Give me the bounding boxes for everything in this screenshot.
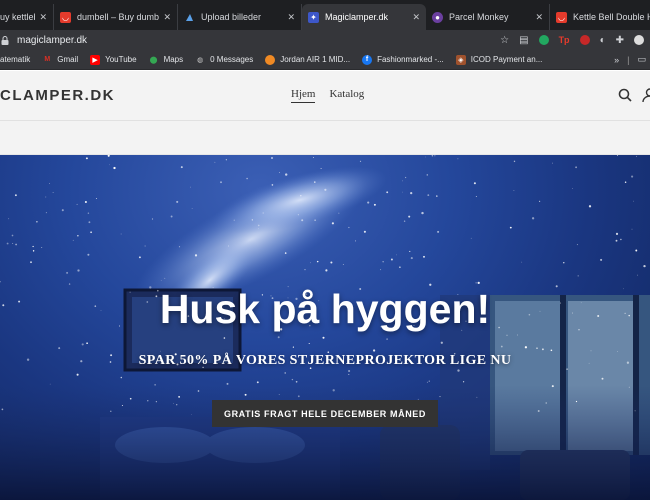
star-icon[interactable]: ☆	[500, 35, 509, 46]
account-icon[interactable]	[642, 88, 650, 107]
aliexpress-icon: ◡	[60, 11, 71, 23]
tab-magiclamper[interactable]: ✦ Magiclamper.dk ✕	[302, 4, 426, 30]
puzzle-icon[interactable]: ✚	[616, 35, 624, 46]
tab-bar: uy kettleb ✕ ◡ dumbell – Buy dumbell ✕ U…	[0, 0, 650, 30]
bookmark-maps[interactable]: ⬤ Maps	[149, 55, 184, 65]
tab-title: Parcel Monkey	[449, 12, 509, 22]
whatsapp-icon[interactable]	[538, 35, 549, 45]
gmail-icon: M	[44, 56, 51, 63]
hero-banner: Husk på hyggen! SPAR 50% PÅ VORES STJERN…	[0, 155, 650, 500]
moon-icon[interactable]: ◐	[600, 35, 606, 46]
extension-icon[interactable]: ▤	[519, 35, 528, 46]
bookmark-messages[interactable]: ◍ 0 Messages	[195, 55, 253, 65]
bookmark-youtube[interactable]: ▶ YouTube	[90, 54, 137, 65]
aliexpress-icon: ◡	[556, 11, 567, 23]
nav-link-katalog[interactable]: Katalog	[329, 88, 364, 103]
folder-icon[interactable]: ▭	[637, 54, 646, 65]
close-icon[interactable]: ✕	[39, 12, 47, 23]
more-bookmarks-button[interactable]: »	[614, 55, 619, 65]
close-icon[interactable]: ✕	[535, 12, 543, 23]
tab-upload-billeder[interactable]: Upload billeder ✕	[178, 4, 302, 30]
close-icon[interactable]: ✕	[412, 12, 420, 23]
adblock-icon[interactable]	[579, 35, 590, 45]
tab-kettle-bell[interactable]: ◡ Kettle Bell Double Hand	[550, 4, 650, 30]
divider: |	[627, 54, 630, 65]
upload-icon	[184, 12, 195, 23]
tp-extension-icon[interactable]: Tp	[559, 35, 570, 45]
bookmark-label: Jordan AIR 1 MID...	[280, 55, 351, 64]
tab-title: Upload billeder	[201, 12, 262, 22]
bookmark-jordan[interactable]: Jordan AIR 1 MID...	[265, 54, 351, 65]
monkey-icon: ●	[432, 11, 443, 23]
tab-parcel-monkey[interactable]: ● Parcel Monkey ✕	[426, 4, 550, 30]
tab-title: Kettle Bell Double Hand	[573, 12, 650, 22]
icod-icon: ◈	[455, 54, 466, 65]
tab-title: uy kettleb	[0, 12, 36, 22]
bookmark-orange-icon	[265, 54, 276, 65]
free-shipping-button[interactable]: GRATIS FRAGT HELE DECEMBER MÅNED	[212, 400, 438, 427]
tab-aliexpress-dumbell[interactable]: ◡ dumbell – Buy dumbell ✕	[54, 4, 178, 30]
tab-title: Magiclamper.dk	[325, 12, 389, 22]
url-field[interactable]: magiclamper.dk	[17, 35, 500, 46]
maps-icon: ⬤	[149, 56, 158, 64]
announcement-band	[0, 121, 650, 155]
search-icon[interactable]	[618, 88, 632, 107]
nav-link-hjem[interactable]: Hjem	[291, 88, 316, 103]
bookmark-label: YouTube	[105, 55, 137, 64]
avatar[interactable]	[634, 35, 644, 45]
tab-title: dumbell – Buy dumbell	[77, 12, 160, 22]
close-icon[interactable]: ✕	[287, 12, 295, 23]
bookmark-label: Maps	[163, 55, 184, 64]
globe-icon: ◍	[197, 56, 204, 64]
bookmark-label: Gmail	[57, 55, 79, 64]
bookmark-fashionmarked[interactable]: f Fashionmarked -...	[362, 54, 444, 65]
lock-icon[interactable]	[1, 35, 9, 45]
bookmark-label: ICOD Payment an...	[470, 55, 543, 64]
bookmark-label: 0 Messages	[210, 55, 254, 64]
magiclamper-icon: ✦	[308, 11, 319, 23]
bookmarks-bar: atematik M Gmail ▶ YouTube ⬤ Maps ◍ 0 Me…	[0, 50, 650, 70]
close-icon[interactable]: ✕	[163, 12, 171, 23]
bookmark-label: Fashionmarked -...	[377, 55, 444, 64]
bookmark-icod[interactable]: ◈ ICOD Payment an...	[455, 54, 543, 65]
bookmark-label: atematik	[0, 55, 31, 64]
tab-aliexpress-kettlebell[interactable]: uy kettleb ✕	[0, 4, 54, 30]
hero-title: Husk på hyggen!	[159, 286, 491, 332]
bookmark-gmail[interactable]: M Gmail	[42, 55, 78, 65]
address-bar: magiclamper.dk ☆ ▤ Tp ◐ ✚	[0, 30, 650, 50]
store-header: CLAMPER.DK Hjem Katalog	[0, 71, 650, 121]
bookmark-matematik[interactable]: atematik	[0, 55, 30, 64]
store-logo[interactable]: CLAMPER.DK	[0, 87, 115, 104]
youtube-icon: ▶	[90, 54, 101, 65]
hero-subtitle: SPAR 50% PÅ VORES STJERNEPROJEKTOR LIGE …	[138, 353, 512, 368]
main-nav: Hjem Katalog	[291, 88, 364, 103]
facebook-icon: f	[362, 54, 373, 65]
